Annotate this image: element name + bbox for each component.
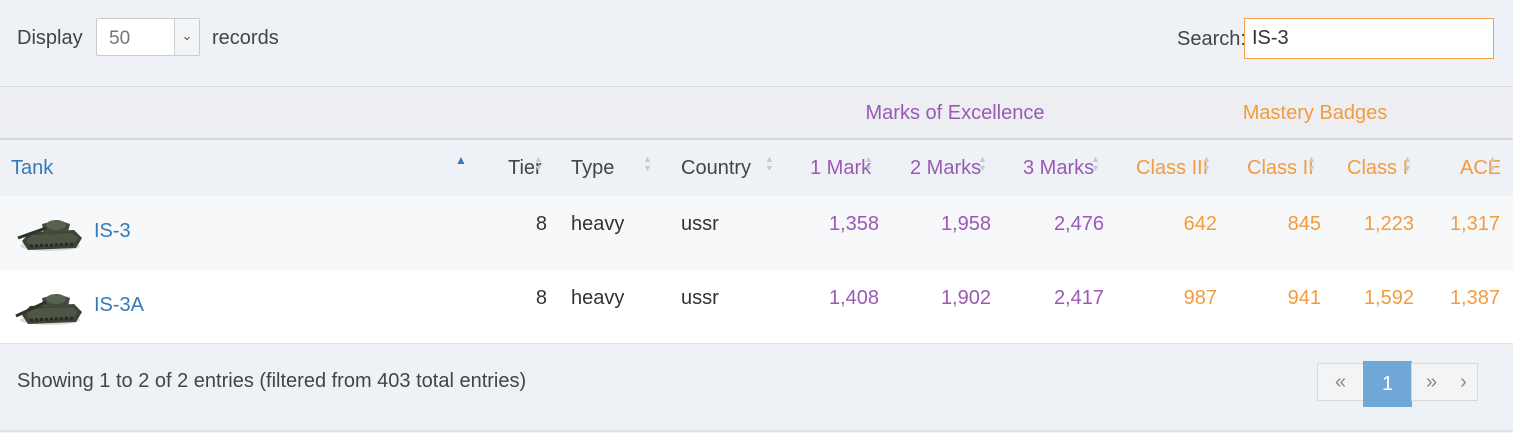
class2-cell: 941 (1287, 287, 1321, 309)
col-3-marks[interactable]: 3 Marks (1023, 157, 1094, 180)
tank-name-link[interactable]: IS-3 (94, 220, 131, 243)
display-label: Display (17, 27, 83, 49)
sort-icon[interactable]: ▲ ▼ (643, 155, 652, 173)
mark2-cell: 1,958 (940, 213, 991, 235)
table-row: IS-3 8 heavy ussr 1,358 1,958 2,476 642 … (0, 196, 1513, 270)
col-type[interactable]: Type (571, 157, 614, 180)
ace-cell: 1,317 (1449, 213, 1500, 235)
tank-name-link[interactable]: IS-3A (94, 294, 144, 317)
type-cell: heavy (571, 213, 625, 235)
sort-icon[interactable]: ▲ ▼ (534, 155, 543, 173)
type-cell: heavy (571, 287, 625, 309)
sort-icon[interactable]: ▲ ▼ (1307, 155, 1316, 173)
col-country[interactable]: Country (681, 157, 751, 180)
sort-icon[interactable]: ▲ ▼ (1202, 155, 1211, 173)
triangle-up-icon[interactable]: ▲ (455, 154, 467, 166)
sort-icon[interactable]: ▲ ▼ (1091, 155, 1100, 173)
country-cell: ussr (681, 287, 719, 309)
col-class-3[interactable]: Class III (1136, 157, 1208, 180)
sort-icon[interactable]: ▲ ▼ (978, 155, 987, 173)
mark3-cell: 2,476 (1053, 213, 1104, 235)
sort-icon[interactable]: ▲ ▼ (1403, 155, 1412, 173)
class3-cell: 987 (1183, 287, 1217, 309)
records-label: records (212, 27, 279, 49)
mark2-cell: 1,902 (940, 287, 991, 309)
tier-cell: 8 (535, 213, 547, 235)
mark1-cell: 1,408 (828, 287, 879, 309)
search-input[interactable] (1244, 18, 1494, 59)
ace-cell: 1,387 (1449, 287, 1500, 309)
col-1-mark[interactable]: 1 Mark (810, 157, 871, 180)
col-class-2[interactable]: Class II (1247, 157, 1314, 180)
previous-page-button[interactable]: « (1317, 363, 1364, 401)
col-tank[interactable]: Tank (11, 157, 53, 180)
class2-cell: 845 (1287, 213, 1321, 235)
class3-cell: 642 (1183, 213, 1217, 235)
next-page-button[interactable]: » (1411, 363, 1451, 401)
chevron-down-icon[interactable]: ⌄ (174, 19, 199, 55)
tank-thumbnail-icon (17, 220, 82, 251)
sort-icon[interactable]: ▲ ▼ (864, 155, 873, 173)
sort-icon[interactable]: ▲ ▼ (1488, 155, 1497, 173)
column-header-row: Tank ▲ Tier ▲ ▼ Type ▲ ▼ Country ▲ ▼ 1 Mark… (0, 140, 1513, 196)
table-footer: Showing 1 to 2 of 2 entries (filtered fr… (0, 346, 1513, 432)
records-table-widget: Display 50 ⌄ records Search: Marks of Ex… (0, 0, 1513, 433)
class1-cell: 1,592 (1363, 287, 1414, 309)
column-group-header: Marks of Excellence Mastery Badges (0, 86, 1513, 140)
page-1-button[interactable]: 1 (1363, 361, 1412, 407)
tier-cell: 8 (535, 287, 547, 309)
table-controls: Display 50 ⌄ records Search: (0, 0, 1513, 86)
col-2-marks[interactable]: 2 Marks (910, 157, 981, 180)
page-length-value: 50 (109, 28, 131, 49)
class1-cell: 1,223 (1363, 213, 1414, 235)
mark1-cell: 1,358 (828, 213, 879, 235)
tank-thumbnail-icon (15, 294, 82, 325)
table-row: IS-3A 8 heavy ussr 1,408 1,902 2,417 987… (0, 270, 1513, 344)
sort-icon[interactable]: ▲ ▼ (765, 155, 774, 173)
col-class-1[interactable]: Class I (1347, 157, 1408, 180)
country-cell: ussr (681, 213, 719, 235)
mark3-cell: 2,417 (1053, 287, 1104, 309)
search-label: Search: (1177, 28, 1246, 50)
mastery-badges-group: Mastery Badges (1242, 102, 1388, 124)
page-length-select[interactable]: 50 ⌄ (96, 18, 200, 56)
marks-of-excellence-group: Marks of Excellence (865, 102, 1045, 124)
last-page-button[interactable]: › (1450, 363, 1478, 401)
entries-info: Showing 1 to 2 of 2 entries (filtered fr… (17, 370, 527, 392)
